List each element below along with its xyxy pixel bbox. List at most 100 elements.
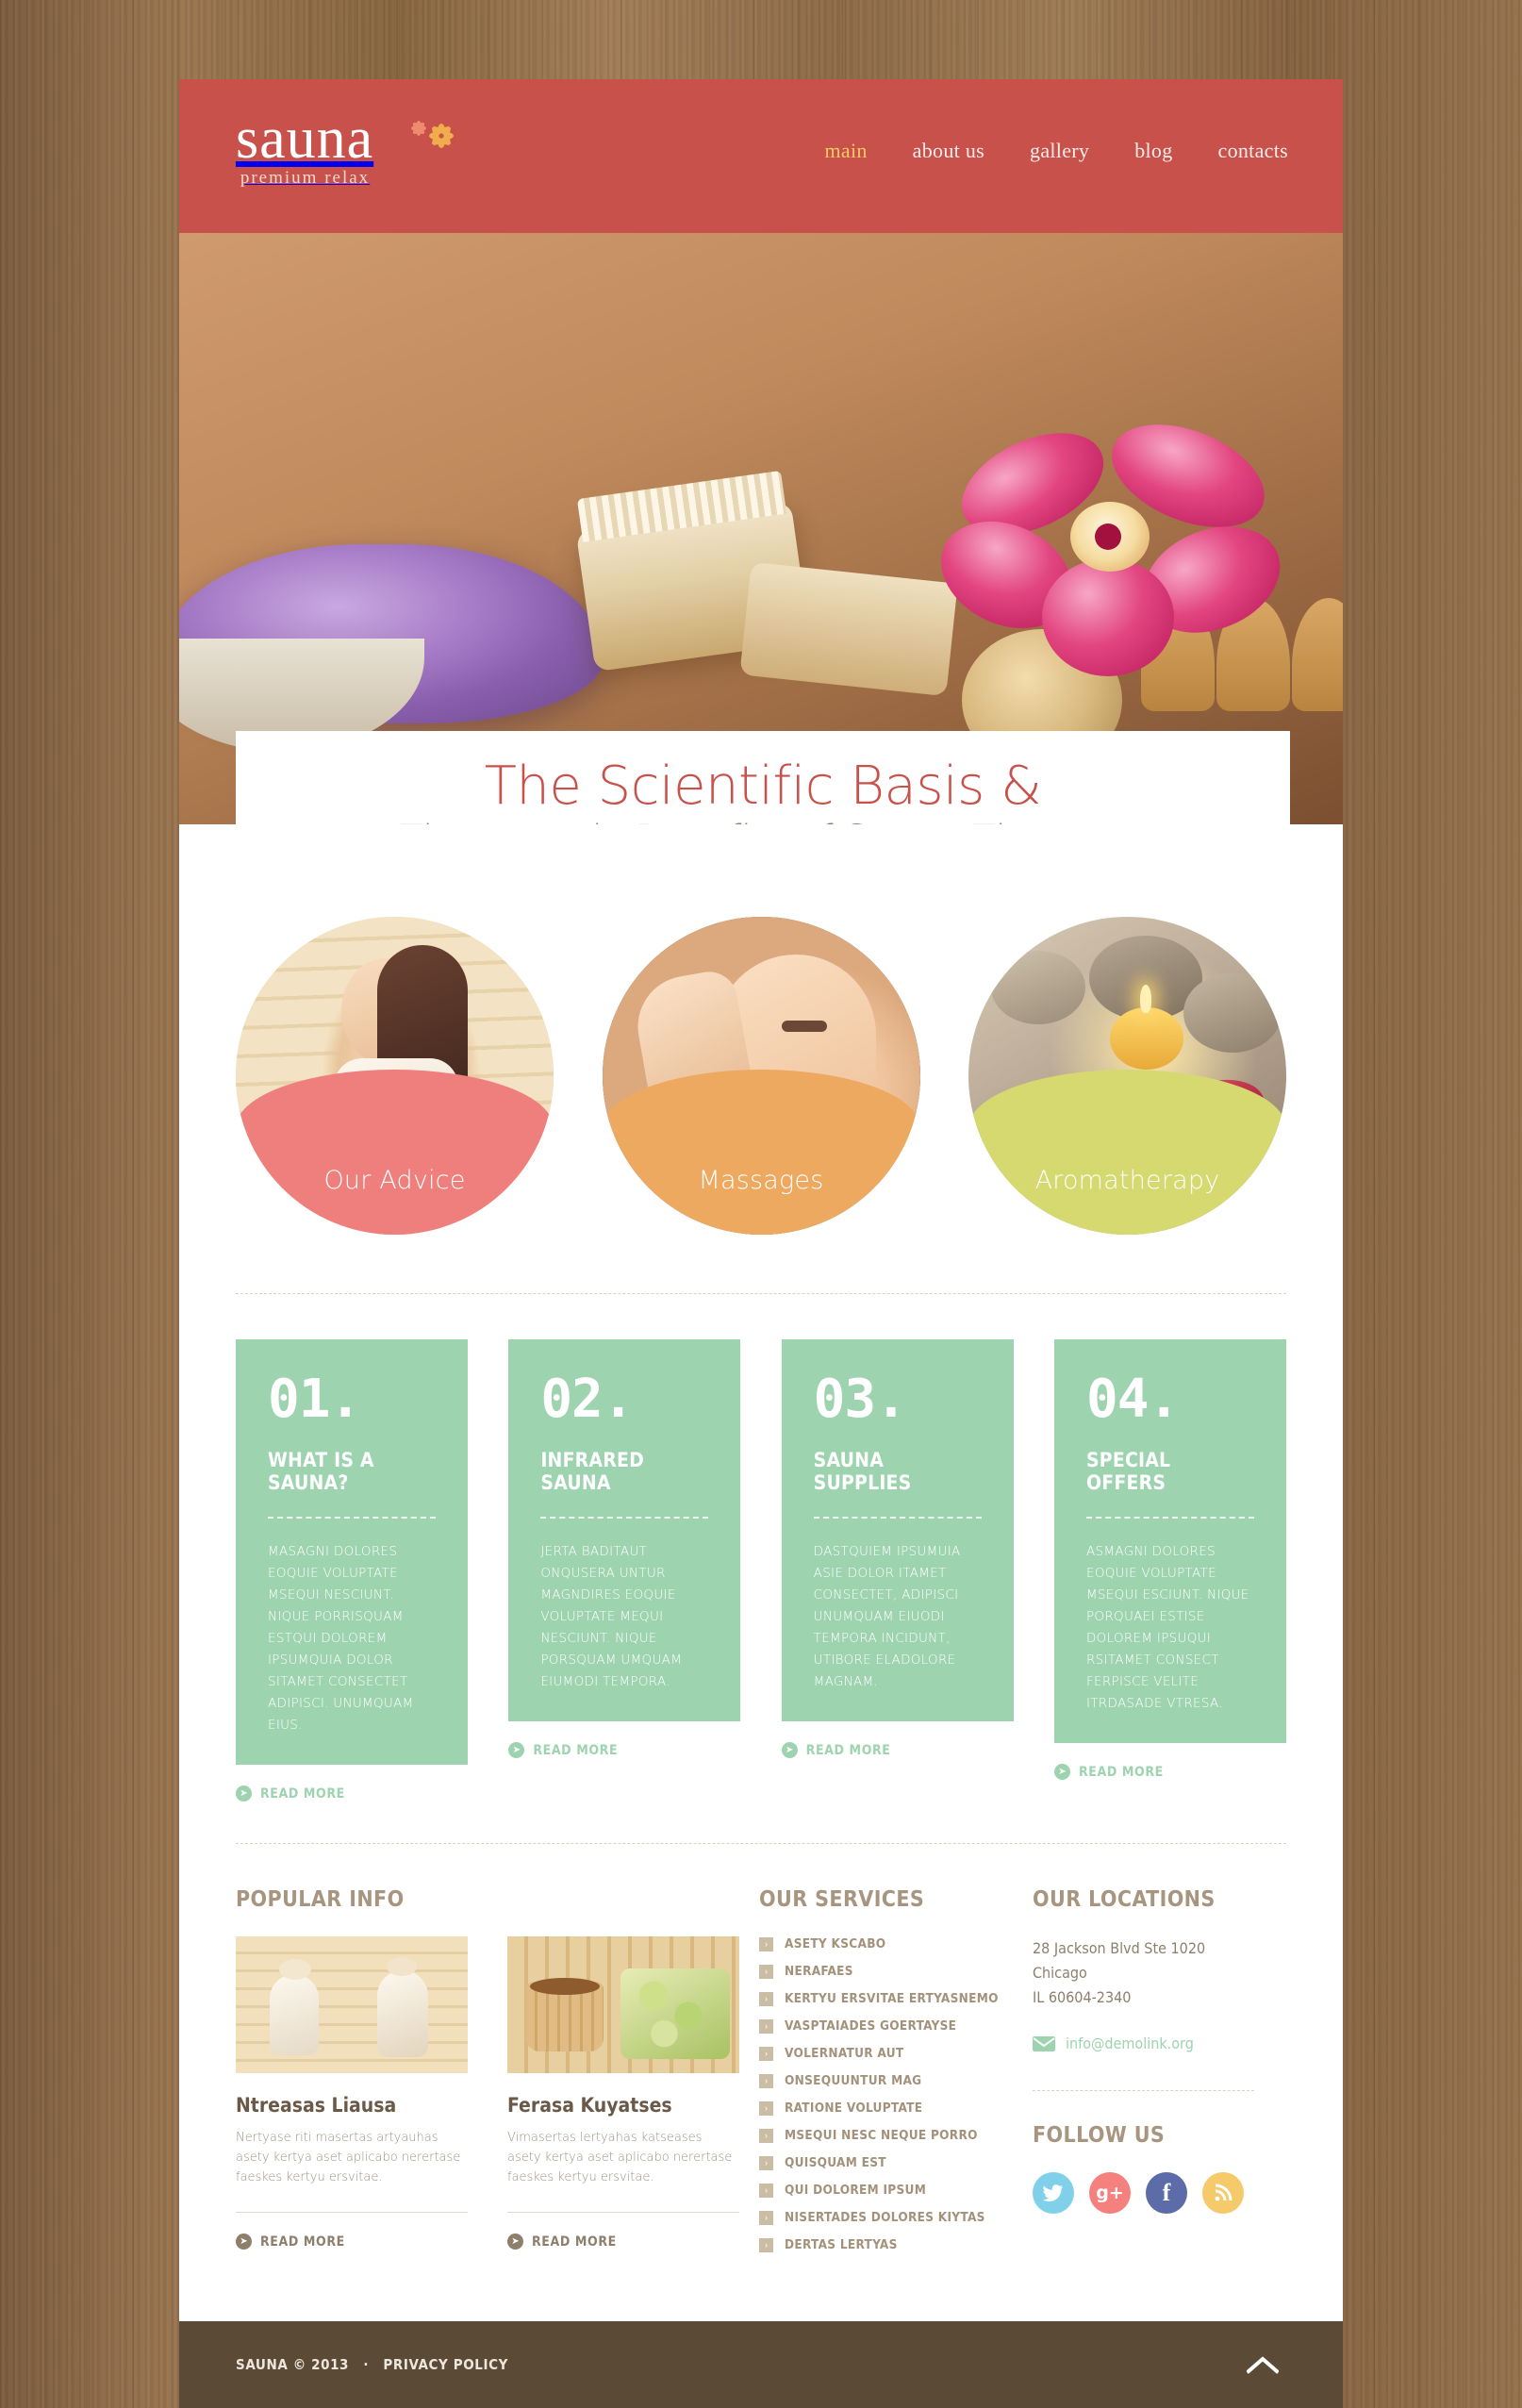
nav-item-gallery[interactable]: gallery bbox=[1030, 139, 1089, 163]
feature-box-read-more[interactable]: ➤ READ MORE bbox=[1053, 1764, 1286, 1780]
service-list-item[interactable]: › NISERTADES DOLORES KIYTAS bbox=[759, 2210, 1033, 2225]
feature-box-body: 03. SAUNA SUPPLIES DASTQUIEM IPSUMUIA AS… bbox=[781, 1339, 1014, 1721]
feature-box-3: 03. SAUNA SUPPLIES DASTQUIEM IPSUMUIA AS… bbox=[781, 1339, 1014, 1802]
nav-item-blog[interactable]: blog bbox=[1134, 139, 1172, 163]
email-text: info@demolink.org bbox=[1066, 2034, 1194, 2052]
email-link[interactable]: info@demolink.org bbox=[1033, 2034, 1254, 2052]
back-to-top-button[interactable] bbox=[1241, 2343, 1284, 2386]
main-navigation: main about us gallery blog contacts bbox=[824, 139, 1288, 163]
service-label: NERAFAES bbox=[785, 1964, 853, 1979]
arrow-right-circle-icon: ➤ bbox=[1053, 1764, 1070, 1780]
our-locations-column: OUR LOCATIONS 28 Jackson Blvd Ste 1020 C… bbox=[1033, 1887, 1254, 2265]
service-label: KERTYU ERSVITAE ERTYASNEMO bbox=[785, 1991, 999, 2006]
service-list-item[interactable]: › KERTYU ERSVITAE ERTYASNEMO bbox=[759, 1991, 1033, 2006]
post-item: Ferasa Kuyatses Vimasertas lertyahas kat… bbox=[507, 1936, 739, 2250]
our-services-column: OUR SERVICES › ASETY KSCABO › NERAFAES › KE… bbox=[759, 1887, 1033, 2265]
rss-icon[interactable] bbox=[1202, 2172, 1244, 2214]
address-line-1: 28 Jackson Blvd Ste 1020 bbox=[1033, 1939, 1206, 1957]
service-label: NISERTADES DOLORES KIYTAS bbox=[785, 2210, 985, 2225]
feature-box-4: 04. SPECIAL OFFERS ASMAGNI DOLORES EOQUI… bbox=[1053, 1339, 1286, 1802]
logo[interactable]: sauna premium relax bbox=[236, 107, 454, 189]
address-line-3: IL 60604-2340 bbox=[1033, 1988, 1132, 2006]
hero-title: The Scientific Basis & bbox=[484, 756, 1042, 817]
chevron-right-icon: › bbox=[759, 2128, 773, 2143]
chevron-right-icon: › bbox=[759, 1991, 773, 2006]
service-circle-massages[interactable]: Massages bbox=[602, 917, 920, 1235]
feature-box-title: SPECIAL OFFERS bbox=[1085, 1449, 1171, 1494]
feature-box-text: MASAGNI DOLORES EOQUIE VOLUPTATE MSEQUI … bbox=[268, 1544, 414, 1733]
service-list-item[interactable]: › DERTAS LERTYAS bbox=[759, 2237, 1033, 2252]
facebook-icon[interactable]: f bbox=[1146, 2172, 1187, 2214]
service-list-item[interactable]: › QUISQUAM EST bbox=[759, 2155, 1033, 2170]
service-circle-label: Aromatherapy bbox=[1034, 1166, 1220, 1195]
read-more-label: READ MORE bbox=[1078, 1764, 1164, 1780]
feature-box-2: 02. INFRARED SAUNA JERTA BADITAUT ONQUSE… bbox=[508, 1339, 741, 1802]
nav-item-main[interactable]: main bbox=[824, 139, 867, 163]
service-circle-our-advice[interactable]: Our Advice bbox=[236, 917, 554, 1235]
chevron-right-icon: › bbox=[759, 2101, 773, 2116]
flower-icon bbox=[411, 121, 454, 148]
feature-box-number: 03. bbox=[813, 1369, 907, 1430]
follow-us-title: FOLLOW US bbox=[1033, 2123, 1166, 2148]
service-list-item[interactable]: › VOLERNATUR AUT bbox=[759, 2046, 1033, 2061]
feature-box-read-more[interactable]: ➤ READ MORE bbox=[781, 1742, 1014, 1758]
feature-box-text: JERTA BADITAUT ONQUSERA UNTUR MAGNDIRES … bbox=[540, 1544, 683, 1689]
main-content: Our Advice Massages Aromatherapy 01. WHA… bbox=[179, 824, 1343, 2321]
hero-subtitle: Therapeutic Benefits of Sauna Therapy bbox=[236, 816, 1290, 824]
feature-box-text: DASTQUIEM IPSUMUIA ASIE DOLOR ITAMET CON… bbox=[813, 1544, 961, 1689]
page-root: sauna premium relax main about us galler… bbox=[0, 0, 1522, 2408]
post-read-more[interactable]: ➤ READ MORE bbox=[236, 2234, 468, 2250]
service-label: ASETY KSCABO bbox=[785, 1936, 886, 1951]
facebook-glyph: f bbox=[1162, 2179, 1171, 2206]
google-plus-icon[interactable]: g+ bbox=[1089, 2172, 1131, 2214]
envelope-icon bbox=[1033, 2035, 1055, 2051]
service-list-item[interactable]: › NERAFAES bbox=[759, 1964, 1033, 1979]
feature-box-rule bbox=[268, 1517, 436, 1519]
nav-item-contacts[interactable]: contacts bbox=[1218, 139, 1288, 163]
post-thumbnail-1[interactable] bbox=[236, 1936, 468, 2073]
locations-divider bbox=[1033, 2090, 1254, 2091]
nav-item-about-us[interactable]: about us bbox=[913, 139, 984, 163]
feature-box-rule bbox=[813, 1517, 982, 1519]
post-thumbnail-2[interactable] bbox=[507, 1936, 739, 2073]
post-text: Nertyase riti masertas artyauhas asety k… bbox=[236, 2131, 461, 2184]
logo-text: sauna bbox=[236, 107, 374, 171]
aromatherapy-overlay: Aromatherapy bbox=[968, 1070, 1286, 1235]
popular-info-column: POPULAR INFO Ntreasas Liausa Nertyase ri… bbox=[236, 1887, 759, 2265]
feature-box-read-more[interactable]: ➤ READ MORE bbox=[236, 1785, 468, 1802]
service-list-item[interactable]: › MSEQUI NESC NEQUE PORRO bbox=[759, 2128, 1033, 2143]
footer-columns: POPULAR INFO Ntreasas Liausa Nertyase ri… bbox=[236, 1844, 1286, 2321]
hero-slider: The Scientific Basis & Therapeutic Benef… bbox=[179, 233, 1343, 824]
service-circle-aromatherapy[interactable]: Aromatherapy bbox=[968, 917, 1286, 1235]
service-label: QUISQUAM EST bbox=[785, 2155, 886, 2170]
brush-decor-2 bbox=[739, 561, 958, 697]
twitter-icon[interactable] bbox=[1033, 2172, 1074, 2214]
hero-caption: The Scientific Basis & Therapeutic Benef… bbox=[236, 731, 1290, 824]
address-block: 28 Jackson Blvd Ste 1020 Chicago IL 6060… bbox=[1033, 1936, 1254, 2010]
our-locations-title: OUR LOCATIONS bbox=[1033, 1887, 1216, 1912]
chevron-right-icon: › bbox=[759, 2210, 773, 2225]
service-label: VASPTAIADES GOERTAYSE bbox=[785, 2018, 957, 2034]
service-list-item[interactable]: › QUI DOLOREM IPSUM bbox=[759, 2183, 1033, 2198]
feature-boxes: 01. WHAT IS A SAUNA? MASAGNI DOLORES EOQ… bbox=[236, 1294, 1286, 1802]
service-list-item[interactable]: › ONSEQUUNTUR MAG bbox=[759, 2073, 1033, 2088]
service-label: MSEQUI NESC NEQUE PORRO bbox=[785, 2128, 978, 2143]
popular-info-title: POPULAR INFO bbox=[236, 1887, 405, 1912]
read-more-label: READ MORE bbox=[805, 1742, 891, 1758]
service-list-item[interactable]: › ASETY KSCABO bbox=[759, 1936, 1033, 1951]
feature-box-body: 01. WHAT IS A SAUNA? MASAGNI DOLORES EOQ… bbox=[236, 1339, 468, 1765]
feature-box-read-more[interactable]: ➤ READ MORE bbox=[508, 1742, 740, 1758]
post-read-more[interactable]: ➤ READ MORE bbox=[507, 2234, 739, 2250]
read-more-label: READ MORE bbox=[260, 2234, 345, 2250]
privacy-policy-link[interactable]: PRIVACY POLICY bbox=[383, 2356, 508, 2373]
arrow-right-circle-icon: ➤ bbox=[236, 2234, 252, 2250]
post-title: Ferasa Kuyatses bbox=[507, 2094, 672, 2117]
arrow-right-circle-icon: ➤ bbox=[781, 1742, 798, 1758]
footer-copyright: SAUNA © 2013 · PRIVACY POLICY bbox=[236, 2356, 508, 2373]
service-list-item[interactable]: › RATIONE VOLUPTATE bbox=[759, 2101, 1033, 2116]
feature-box-body: 02. INFRARED SAUNA JERTA BADITAUT ONQUSE… bbox=[508, 1339, 741, 1721]
service-list-item[interactable]: › VASPTAIADES GOERTAYSE bbox=[759, 2018, 1033, 2034]
feature-box-number: 02. bbox=[540, 1369, 634, 1430]
arrow-right-circle-icon: ➤ bbox=[507, 2234, 523, 2250]
post-title: Ntreasas Liausa bbox=[236, 2094, 397, 2117]
